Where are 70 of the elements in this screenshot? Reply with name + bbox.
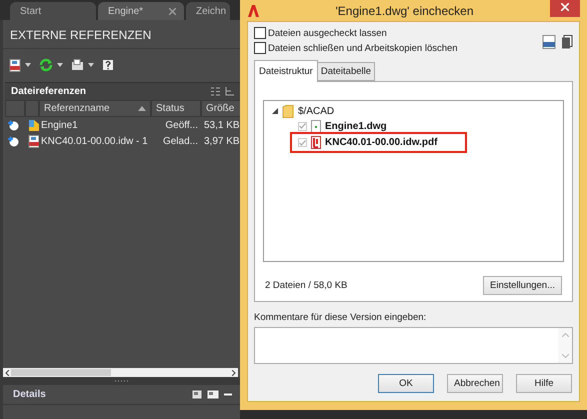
- table-cell-text: 3,97 KB: [203, 134, 241, 148]
- checkbox-label: Dateien ausgecheckt lassen: [268, 28, 387, 38]
- tree-checkbox[interactable]: [298, 138, 307, 147]
- document-tab[interactable]: Engine*: [98, 2, 184, 20]
- list-view-icon: [211, 87, 220, 96]
- dialog-button[interactable]: OK: [378, 374, 434, 393]
- reference-name[interactable]: Engine1: [39, 117, 151, 133]
- pdf-file-icon: [311, 136, 321, 149]
- section-title: Dateireferenzen: [11, 86, 86, 97]
- expand-toggle[interactable]: [272, 108, 278, 114]
- dialog-button[interactable]: Abbrechen: [447, 374, 503, 393]
- change-path-button[interactable]: [71, 59, 94, 71]
- caret-icon: [25, 63, 31, 67]
- file-icon: [311, 120, 321, 132]
- document-icon: [561, 35, 573, 49]
- sort-ascending-icon: [138, 106, 146, 111]
- attach-pdf-button[interactable]: [9, 58, 31, 72]
- comment-label: Kommentare für diese Version eingeben:: [254, 312, 428, 323]
- column-header[interactable]: Status: [151, 100, 201, 117]
- minimize-icon: [224, 393, 232, 396]
- column-header[interactable]: Größe: [201, 100, 242, 117]
- refresh-button[interactable]: [39, 58, 63, 72]
- comment-field[interactable]: [254, 327, 573, 364]
- tree-item[interactable]: KNC40.01-00.00.idw.pdf: [325, 137, 438, 148]
- details-title: Details: [13, 389, 46, 400]
- checkbox-label: Dateien schließen und Arbeitskopien löschen: [268, 42, 458, 54]
- caret-icon: [88, 63, 94, 67]
- table-cell-text: Gelad...: [162, 134, 199, 148]
- tree-view-icon: [225, 87, 234, 96]
- tree-item[interactable]: Engine1.dwg: [325, 120, 387, 132]
- document-tab[interactable]: Start: [10, 2, 96, 20]
- app-logo-icon: [247, 4, 259, 16]
- settings-button[interactable]: Einstellungen...: [483, 276, 562, 295]
- refresh-icon: [39, 58, 53, 72]
- tree-checkbox[interactable]: [298, 122, 307, 130]
- dialog-title: 'Engine1.dwg' einchecken: [334, 4, 474, 18]
- horizontal-scrollbar[interactable]: [3, 368, 238, 377]
- document-tab[interactable]: Zeichn: [186, 2, 230, 20]
- expanded-arrow-icon: [272, 108, 278, 114]
- folder-icon: [282, 104, 294, 118]
- tree-item[interactable]: $/ACAD: [298, 106, 334, 116]
- dialog-button[interactable]: Hilfe: [516, 374, 572, 393]
- check-icon: [299, 140, 306, 146]
- folder-document-icon: [71, 59, 84, 71]
- checkbox[interactable]: [254, 27, 266, 39]
- scroll-thumb[interactable]: [11, 369, 111, 376]
- status-icon: [8, 120, 19, 130]
- close-icon: [561, 2, 569, 10]
- drawing-file-icon: [28, 118, 39, 132]
- checkbox[interactable]: [254, 42, 266, 54]
- table-cell-text: 53,1 KB: [203, 118, 241, 132]
- tab[interactable]: Dateitabelle: [318, 62, 376, 81]
- help-button[interactable]: [102, 58, 114, 72]
- table-cell-text: Geöff...: [164, 118, 199, 132]
- image-icon: [207, 390, 219, 399]
- reference-name[interactable]: KNC40.01-00.00.idw - 1: [39, 133, 151, 149]
- check-icon: [299, 123, 306, 129]
- preview-icon: [192, 390, 202, 399]
- pdf-file-icon: [28, 134, 39, 148]
- column-header[interactable]: Referenzname: [39, 100, 151, 117]
- help-icon: [102, 58, 114, 72]
- scroll-down-icon: [562, 354, 568, 358]
- pdf-file-icon: [9, 58, 21, 72]
- status-icon: [8, 136, 19, 146]
- tab[interactable]: Dateistruktur: [254, 60, 318, 82]
- caret-icon: [57, 63, 63, 67]
- summary-text: 2 Dateien / 58,0 KB: [265, 280, 348, 291]
- close-button[interactable]: [550, 0, 580, 16]
- dwg-file-icon: [542, 35, 556, 49]
- scroll-up-icon: [562, 333, 568, 337]
